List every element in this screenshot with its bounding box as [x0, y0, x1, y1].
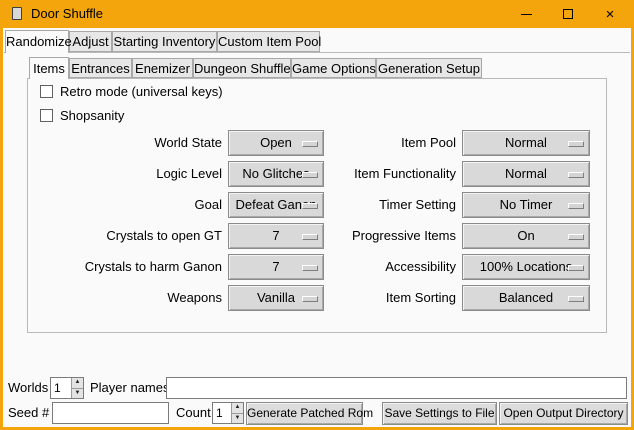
dropdown-indicator-icon — [568, 141, 584, 147]
timer-setting-value: No Timer — [500, 197, 553, 212]
maximize-button[interactable] — [547, 0, 589, 28]
count-spinner[interactable]: ▲ ▼ — [212, 402, 244, 424]
timer-setting-label: Timer Setting — [300, 192, 456, 218]
spin-up-icon: ▲ — [72, 378, 83, 387]
item-pool-value: Normal — [505, 135, 547, 150]
shopsanity-label: Shopsanity — [60, 108, 124, 123]
accessibility-label: Accessibility — [300, 254, 456, 280]
weapons-value: Vanilla — [257, 290, 295, 305]
spin-down-button[interactable]: ▼ — [231, 413, 243, 423]
spin-down-icon: ▼ — [232, 414, 243, 423]
app-icon — [9, 6, 25, 22]
worlds-spinner[interactable]: ▲ ▼ — [50, 377, 84, 399]
player-names-label: Player names — [90, 377, 166, 399]
goal-label: Goal — [30, 192, 222, 218]
item-functionality-label: Item Functionality — [300, 161, 456, 187]
minimize-button[interactable] — [505, 0, 547, 28]
crystals-harm-ganon-value: 7 — [272, 259, 279, 274]
worlds-spinner-buttons: ▲ ▼ — [71, 378, 83, 398]
spin-up-button[interactable]: ▲ — [71, 378, 83, 388]
crystals-open-gt-label: Crystals to open GT — [30, 223, 222, 249]
generate-patched-rom-button[interactable]: Generate Patched Rom — [246, 402, 363, 425]
tab-randomize[interactable]: Randomize — [5, 30, 69, 53]
retro-mode-label: Retro mode (universal keys) — [60, 84, 223, 99]
crystals-harm-ganon-label: Crystals to harm Ganon — [30, 254, 222, 280]
world-state-label: World State — [30, 130, 222, 156]
item-pool-dropdown[interactable]: Normal — [462, 130, 590, 156]
item-pool-label: Item Pool — [300, 130, 456, 156]
spin-up-button[interactable]: ▲ — [231, 403, 243, 413]
window: Door Shuffle × Randomize Adjust Starting… — [0, 0, 634, 430]
dropdown-indicator-icon — [568, 234, 584, 240]
minimize-icon — [521, 14, 532, 15]
progressive-items-dropdown[interactable]: On — [462, 223, 590, 249]
tab-starting-inventory[interactable]: Starting Inventory — [112, 31, 217, 52]
progressive-items-value: On — [517, 228, 534, 243]
maximize-icon — [563, 9, 573, 19]
spin-down-button[interactable]: ▼ — [71, 388, 83, 398]
item-sorting-label: Item Sorting — [300, 285, 456, 311]
open-output-directory-button[interactable]: Open Output Directory — [499, 402, 628, 425]
close-icon: × — [606, 7, 615, 22]
save-settings-button[interactable]: Save Settings to File — [382, 402, 497, 425]
accessibility-value: 100% Locations — [480, 259, 573, 274]
tab-items[interactable]: Items — [29, 57, 69, 79]
dropdown-indicator-icon — [568, 203, 584, 209]
tab-generation-setup[interactable]: Generation Setup — [376, 58, 482, 78]
close-button[interactable]: × — [589, 0, 631, 28]
dropdown-indicator-icon — [568, 296, 584, 302]
item-functionality-dropdown[interactable]: Normal — [462, 161, 590, 187]
dropdown-indicator-icon — [568, 265, 584, 271]
progressive-items-label: Progressive Items — [300, 223, 456, 249]
tab-adjust[interactable]: Adjust — [69, 31, 112, 52]
worlds-input[interactable] — [51, 378, 71, 398]
count-input[interactable] — [213, 403, 231, 423]
tab-enemizer[interactable]: Enemizer — [132, 58, 193, 78]
weapons-label: Weapons — [30, 285, 222, 311]
crystals-open-gt-value: 7 — [272, 228, 279, 243]
dropdown-indicator-icon — [568, 172, 584, 178]
titlebar: Door Shuffle × — [0, 0, 634, 28]
randomize-panel-border — [4, 52, 630, 53]
window-title: Door Shuffle — [31, 0, 103, 28]
spin-up-icon: ▲ — [232, 403, 243, 412]
door-icon — [12, 7, 22, 20]
accessibility-dropdown[interactable]: 100% Locations — [462, 254, 590, 280]
retro-mode-checkbox[interactable] — [40, 85, 53, 98]
tab-game-options[interactable]: Game Options — [291, 58, 376, 78]
seed-input[interactable] — [52, 402, 169, 424]
shopsanity-checkbox[interactable] — [40, 109, 53, 122]
count-label: Count — [176, 402, 211, 424]
logic-level-label: Logic Level — [30, 161, 222, 187]
world-state-value: Open — [260, 135, 292, 150]
item-functionality-value: Normal — [505, 166, 547, 181]
spin-down-icon: ▼ — [72, 389, 83, 398]
tab-dungeon-shuffle[interactable]: Dungeon Shuffle — [193, 58, 291, 78]
item-sorting-value: Balanced — [499, 290, 553, 305]
tab-custom-item-pool[interactable]: Custom Item Pool — [217, 31, 320, 52]
tab-entrances[interactable]: Entrances — [69, 58, 132, 78]
item-sorting-dropdown[interactable]: Balanced — [462, 285, 590, 311]
worlds-label: Worlds — [8, 377, 48, 399]
timer-setting-dropdown[interactable]: No Timer — [462, 192, 590, 218]
player-names-input[interactable] — [166, 377, 627, 399]
count-spinner-buttons: ▲ ▼ — [231, 403, 243, 423]
seed-label: Seed # — [8, 402, 50, 424]
